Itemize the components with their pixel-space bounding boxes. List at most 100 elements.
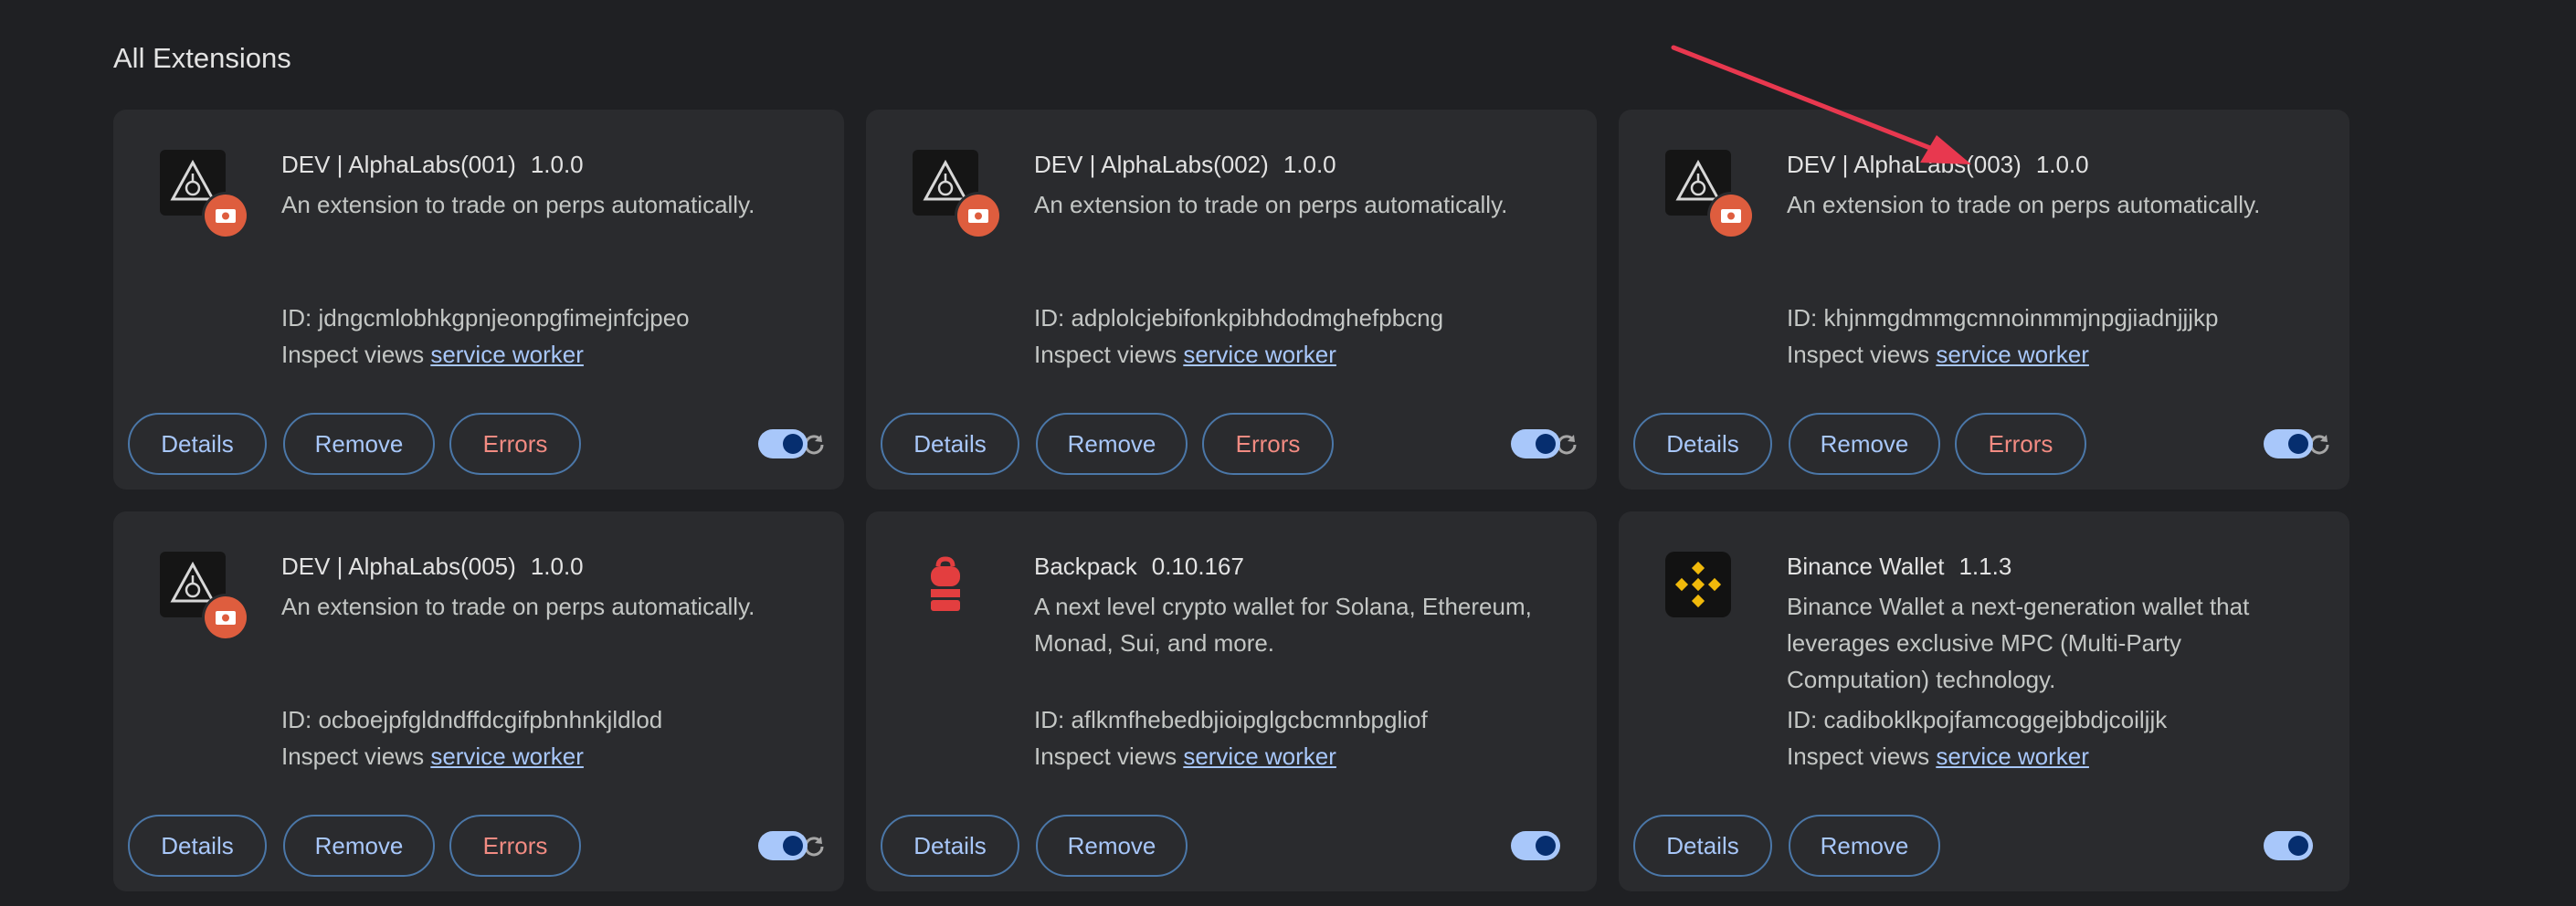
extension-card: DEV | AlphaLabs(001) 1.0.0 An extension t… <box>113 110 844 490</box>
card-actions: Details Remove Errors <box>881 413 1577 479</box>
extension-meta: ID: cadiboklkpojfamcoggejbbdjcoiljjk Ins… <box>1787 701 2313 774</box>
remove-button[interactable]: Remove <box>1789 413 1940 475</box>
inspect-views-label: Inspect views <box>1787 341 1930 368</box>
extension-info: DEV | AlphaLabs(003) 1.0.0 An extension t… <box>1787 142 2313 223</box>
extension-description: An extension to trade on perps automatic… <box>281 191 755 218</box>
extension-info: DEV | AlphaLabs(002) 1.0.0 An extension t… <box>1034 142 1560 223</box>
extension-meta: ID: adplolcjebifonkpibhdodmghefpbcng Ins… <box>1034 300 1560 373</box>
card-actions: Details Remove Errors <box>128 815 824 880</box>
details-button[interactable]: Details <box>881 413 1019 475</box>
extension-icon-wrap <box>1665 552 1731 617</box>
extension-info: Binance Wallet 1.1.3 Binance Wallet a nex… <box>1787 544 2313 698</box>
extension-card: Backpack 0.10.167 A next level crypto wal… <box>866 511 1597 891</box>
remove-button[interactable]: Remove <box>283 413 435 475</box>
extension-card: DEV | AlphaLabs(003) 1.0.0 An extension t… <box>1619 110 2349 490</box>
remove-button[interactable]: Remove <box>1789 815 1940 877</box>
extension-info: DEV | AlphaLabs(005) 1.0.0 An extension t… <box>281 544 808 625</box>
card-actions: Details Remove <box>881 815 1560 880</box>
extension-id: ID: ocboejpfgldndffdcgifpbnhnkjldlod <box>281 706 663 733</box>
remove-button[interactable]: Remove <box>1036 413 1188 475</box>
extension-card: Binance Wallet 1.1.3 Binance Wallet a nex… <box>1619 511 2349 891</box>
errors-button[interactable]: Errors <box>449 413 581 475</box>
unpacked-badge-icon <box>957 195 999 237</box>
extension-version: 1.0.0 <box>2035 151 2089 178</box>
card-actions: Details Remove Errors <box>1633 413 2329 479</box>
extension-icon-wrap <box>1665 150 1752 237</box>
extension-version: 1.0.0 <box>530 553 584 580</box>
extension-description: An extension to trade on perps automatic… <box>1034 191 1508 218</box>
extension-card: DEV | AlphaLabs(002) 1.0.0 An extension t… <box>866 110 1597 490</box>
toggle-knob <box>1536 836 1556 856</box>
enable-toggle[interactable] <box>758 831 808 860</box>
extension-id: ID: khjnmgdmmgcmnoinmmjnpgjiadnjjjkp <box>1787 304 2219 332</box>
errors-button[interactable]: Errors <box>1955 413 2086 475</box>
extension-info: Backpack 0.10.167 A next level crypto wal… <box>1034 544 1560 661</box>
enable-toggle[interactable] <box>1511 429 1560 458</box>
extension-version: 1.0.0 <box>530 151 584 178</box>
service-worker-link[interactable]: service worker <box>1183 341 1336 368</box>
inspect-views-label: Inspect views <box>1034 743 1177 770</box>
remove-button[interactable]: Remove <box>283 815 435 877</box>
toggle-knob <box>783 434 803 454</box>
unpacked-badge-icon <box>205 596 247 638</box>
unpacked-badge-icon <box>205 195 247 237</box>
extension-meta: ID: ocboejpfgldndffdcgifpbnhnkjldlod Ins… <box>281 701 808 774</box>
enable-toggle[interactable] <box>2264 831 2313 860</box>
extension-icon-wrap <box>160 552 247 638</box>
extension-meta: ID: khjnmgdmmgcmnoinmmjnpgjiadnjjjkp Ins… <box>1787 300 2313 373</box>
service-worker-link[interactable]: service worker <box>430 743 584 770</box>
details-button[interactable]: Details <box>128 815 267 877</box>
inspect-views-label: Inspect views <box>281 743 425 770</box>
extension-version: 0.10.167 <box>1151 553 1244 580</box>
extension-description: Binance Wallet a next-generation wallet … <box>1787 593 2250 693</box>
service-worker-link[interactable]: service worker <box>1183 743 1336 770</box>
extension-name: DEV | AlphaLabs(005) <box>281 553 516 580</box>
extension-icon-wrap <box>913 552 978 617</box>
extension-description: A next level crypto wallet for Solana, E… <box>1034 593 1532 657</box>
toggle-knob <box>1536 434 1556 454</box>
extension-id: ID: adplolcjebifonkpibhdodmghefpbcng <box>1034 304 1444 332</box>
extension-meta: ID: jdngcmlobhkgpnjeonpgfimejnfcjpeo Ins… <box>281 300 808 373</box>
extension-name: DEV | AlphaLabs(002) <box>1034 151 1269 178</box>
errors-button[interactable]: Errors <box>449 815 581 877</box>
extension-meta: ID: aflkmfhebedbjioipglgcbcmnbpgliof Ins… <box>1034 701 1560 774</box>
unpacked-badge-icon <box>1710 195 1752 237</box>
toggle-knob <box>2288 434 2308 454</box>
extension-version: 1.0.0 <box>1283 151 1336 178</box>
toggle-knob <box>2288 836 2308 856</box>
extension-id: ID: jdngcmlobhkgpnjeonpgfimejnfcjpeo <box>281 304 690 332</box>
service-worker-link[interactable]: service worker <box>1936 341 2089 368</box>
extension-id: ID: cadiboklkpojfamcoggejbbdjcoiljjk <box>1787 706 2168 733</box>
inspect-views-label: Inspect views <box>281 341 425 368</box>
inspect-views-label: Inspect views <box>1787 743 1930 770</box>
extension-id: ID: aflkmfhebedbjioipglgcbcmnbpgliof <box>1034 706 1428 733</box>
binance-icon <box>1665 552 1731 617</box>
extension-name: DEV | AlphaLabs(003) <box>1787 151 2022 178</box>
extension-name: DEV | AlphaLabs(001) <box>281 151 516 178</box>
details-button[interactable]: Details <box>1633 815 1772 877</box>
details-button[interactable]: Details <box>128 413 267 475</box>
extension-name: Binance Wallet <box>1787 553 1945 580</box>
backpack-icon <box>913 552 978 617</box>
errors-button[interactable]: Errors <box>1202 413 1334 475</box>
inspect-views-label: Inspect views <box>1034 341 1177 368</box>
enable-toggle[interactable] <box>758 429 808 458</box>
remove-button[interactable]: Remove <box>1036 815 1188 877</box>
extension-version: 1.1.3 <box>1958 553 2012 580</box>
enable-toggle[interactable] <box>1511 831 1560 860</box>
card-actions: Details Remove <box>1633 815 2313 880</box>
details-button[interactable]: Details <box>881 815 1019 877</box>
extensions-grid: DEV | AlphaLabs(001) 1.0.0 An extension t… <box>113 110 2349 891</box>
section-title: All Extensions <box>113 42 291 74</box>
extension-card: DEV | AlphaLabs(005) 1.0.0 An extension t… <box>113 511 844 891</box>
extension-icon-wrap <box>913 150 999 237</box>
toggle-knob <box>783 836 803 856</box>
extension-icon-wrap <box>160 150 247 237</box>
card-actions: Details Remove Errors <box>128 413 824 479</box>
extension-description: An extension to trade on perps automatic… <box>1787 191 2261 218</box>
details-button[interactable]: Details <box>1633 413 1772 475</box>
enable-toggle[interactable] <box>2264 429 2313 458</box>
service-worker-link[interactable]: service worker <box>1936 743 2089 770</box>
service-worker-link[interactable]: service worker <box>430 341 584 368</box>
extension-name: Backpack <box>1034 553 1137 580</box>
